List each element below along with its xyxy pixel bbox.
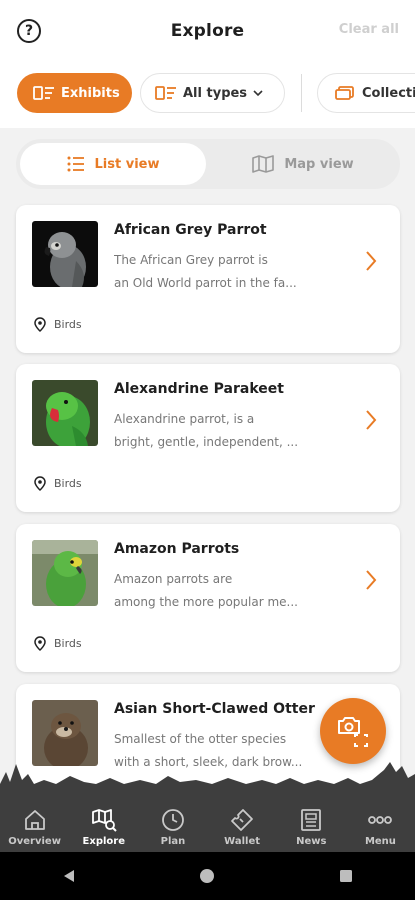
exhibit-card[interactable]: Amazon Parrots Amazon parrots are among … xyxy=(16,524,400,672)
camera-scan-icon xyxy=(338,717,368,747)
card-category: Birds xyxy=(34,317,82,332)
collections-chip-label: Collecti xyxy=(362,85,415,101)
category-label: Birds xyxy=(54,477,82,490)
category-label: Birds xyxy=(54,637,82,650)
exhibit-card[interactable]: Alexandrine Parakeet Alexandrine parrot,… xyxy=(16,364,400,512)
card-title: Alexandrine Parakeet xyxy=(114,381,284,397)
card-description-line: an Old World parrot in the fa... xyxy=(114,276,297,290)
location-pin-icon xyxy=(34,476,46,491)
page-title: Explore xyxy=(170,21,245,41)
tab-label: Wallet xyxy=(224,836,261,847)
chevron-down-icon xyxy=(253,90,263,97)
amazon-parrot-photo xyxy=(32,540,98,606)
card-description-line: among the more popular me... xyxy=(114,595,298,609)
card-description-line: Amazon parrots are xyxy=(114,572,233,586)
map-search-icon xyxy=(91,809,117,832)
home-circle-icon[interactable] xyxy=(199,868,215,884)
african-grey-parrot-photo xyxy=(32,221,98,287)
clear-all-button[interactable]: Clear all xyxy=(339,22,399,37)
card-title: Amazon Parrots xyxy=(114,541,240,557)
card-category: Birds xyxy=(34,636,82,651)
system-nav-bar xyxy=(0,852,415,900)
tab-label: Explore xyxy=(82,836,125,847)
question-circle-icon[interactable]: ? xyxy=(17,19,41,43)
chevron-right-icon xyxy=(366,570,377,590)
filter-list-icon xyxy=(155,86,176,100)
back-icon[interactable] xyxy=(61,868,77,884)
list-icon xyxy=(67,156,84,172)
tab-label: Menu xyxy=(364,836,396,847)
app-header: ? Explore Clear all xyxy=(0,0,415,62)
tab-plan[interactable]: Plan xyxy=(138,800,207,852)
ticket-icon xyxy=(231,809,253,831)
category-label: Birds xyxy=(54,318,82,331)
card-description-line: The African Grey parrot is xyxy=(114,253,268,267)
location-pin-icon xyxy=(34,636,46,651)
tab-overview[interactable]: Overview xyxy=(0,800,69,852)
tab-news[interactable]: News xyxy=(277,800,346,852)
card-description: The African Grey parrot is an Old World … xyxy=(114,249,338,295)
map-view-label: Map view xyxy=(284,156,354,172)
exhibits-chip-label: Exhibits xyxy=(61,85,120,101)
view-toggle: List view Map view xyxy=(16,139,400,189)
all-types-filter-chip[interactable]: All types xyxy=(140,73,285,113)
list-view-tab[interactable]: List view xyxy=(20,143,206,185)
filter-list-icon xyxy=(33,86,54,100)
all-types-chip-label: All types xyxy=(183,85,248,101)
chip-divider xyxy=(301,74,302,112)
card-description-line: bright, gentle, independent, ... xyxy=(114,435,299,449)
scan-camera-button[interactable] xyxy=(320,698,386,764)
tab-menu[interactable]: Menu xyxy=(346,800,415,852)
map-view-tab[interactable]: Map view xyxy=(210,143,396,185)
card-description: Alexandrine parrot, is a bright, gentle,… xyxy=(114,408,338,454)
collections-filter-chip[interactable]: Collecti xyxy=(317,73,415,113)
more-dots-icon xyxy=(368,816,393,824)
exhibits-filter-chip[interactable]: Exhibits xyxy=(17,73,132,113)
location-pin-icon xyxy=(34,317,46,332)
tab-label: Plan xyxy=(160,836,186,847)
tab-explore[interactable]: Explore xyxy=(69,800,138,852)
card-category: Birds xyxy=(34,476,82,491)
filter-bar: Exhibits All types Collecti xyxy=(0,62,415,128)
card-description: Amazon parrots are among the more popula… xyxy=(114,568,338,614)
card-description-line: Alexandrine parrot, is a xyxy=(114,412,255,426)
home-icon xyxy=(24,810,45,830)
newspaper-icon xyxy=(301,809,322,831)
collections-icon xyxy=(335,86,354,100)
chevron-right-icon xyxy=(366,251,377,271)
clock-icon xyxy=(162,809,184,831)
tab-wallet[interactable]: Wallet xyxy=(208,800,277,852)
bottom-tab-bar: Overview Explore Plan Wallet News Menu xyxy=(0,800,415,852)
exhibit-card[interactable]: African Grey Parrot The African Grey par… xyxy=(16,205,400,353)
list-view-label: List view xyxy=(94,156,160,172)
alexandrine-parakeet-photo xyxy=(32,380,98,446)
tab-label: Overview xyxy=(8,836,61,847)
map-icon xyxy=(252,155,275,173)
recents-icon[interactable] xyxy=(338,868,354,884)
chevron-right-icon xyxy=(366,410,377,430)
card-description-line: Smallest of the otter species xyxy=(114,732,287,746)
card-title: African Grey Parrot xyxy=(114,222,267,238)
tab-label: News xyxy=(296,836,327,847)
